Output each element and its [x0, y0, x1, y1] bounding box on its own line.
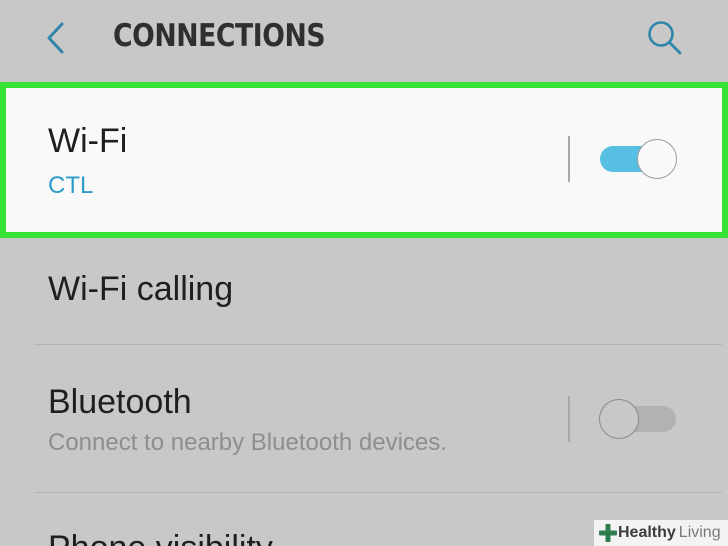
- wifi-calling-title: Wi-Fi calling: [48, 270, 234, 308]
- watermark-brand-bold: Healthy: [618, 524, 676, 541]
- chevron-left-icon: [47, 22, 64, 54]
- phone-visibility-title: Phone visibility: [48, 529, 273, 546]
- wifi-connected-network: CTL: [48, 172, 94, 199]
- search-icon: [648, 21, 682, 55]
- toggle-knob: [599, 399, 639, 439]
- bluetooth-toggle[interactable]: [599, 399, 676, 439]
- wifi-calling-row[interactable]: Wi-Fi calling: [0, 238, 728, 344]
- wifi-title: Wi-Fi: [48, 122, 128, 160]
- wifi-toggle[interactable]: [600, 139, 677, 179]
- toggle-divider: [568, 136, 570, 182]
- toggle-divider: [568, 396, 570, 442]
- back-button[interactable]: [34, 16, 78, 60]
- app-bar: CONNECTIONS: [0, 0, 728, 82]
- bluetooth-title: Bluetooth: [48, 383, 192, 421]
- bluetooth-row[interactable]: Bluetooth Connect to nearby Bluetooth de…: [0, 345, 728, 492]
- healthy-living-watermark: Healthy Living: [594, 520, 728, 546]
- toggle-knob: [637, 139, 677, 179]
- wifi-setting-row[interactable]: Wi-Fi CTL: [0, 82, 728, 238]
- bluetooth-description: Connect to nearby Bluetooth devices.: [48, 429, 447, 456]
- page-title: CONNECTIONS: [113, 18, 326, 54]
- search-button[interactable]: [640, 14, 690, 62]
- watermark-brand-regular: Living: [678, 524, 721, 541]
- plus-logo-icon: [599, 524, 617, 542]
